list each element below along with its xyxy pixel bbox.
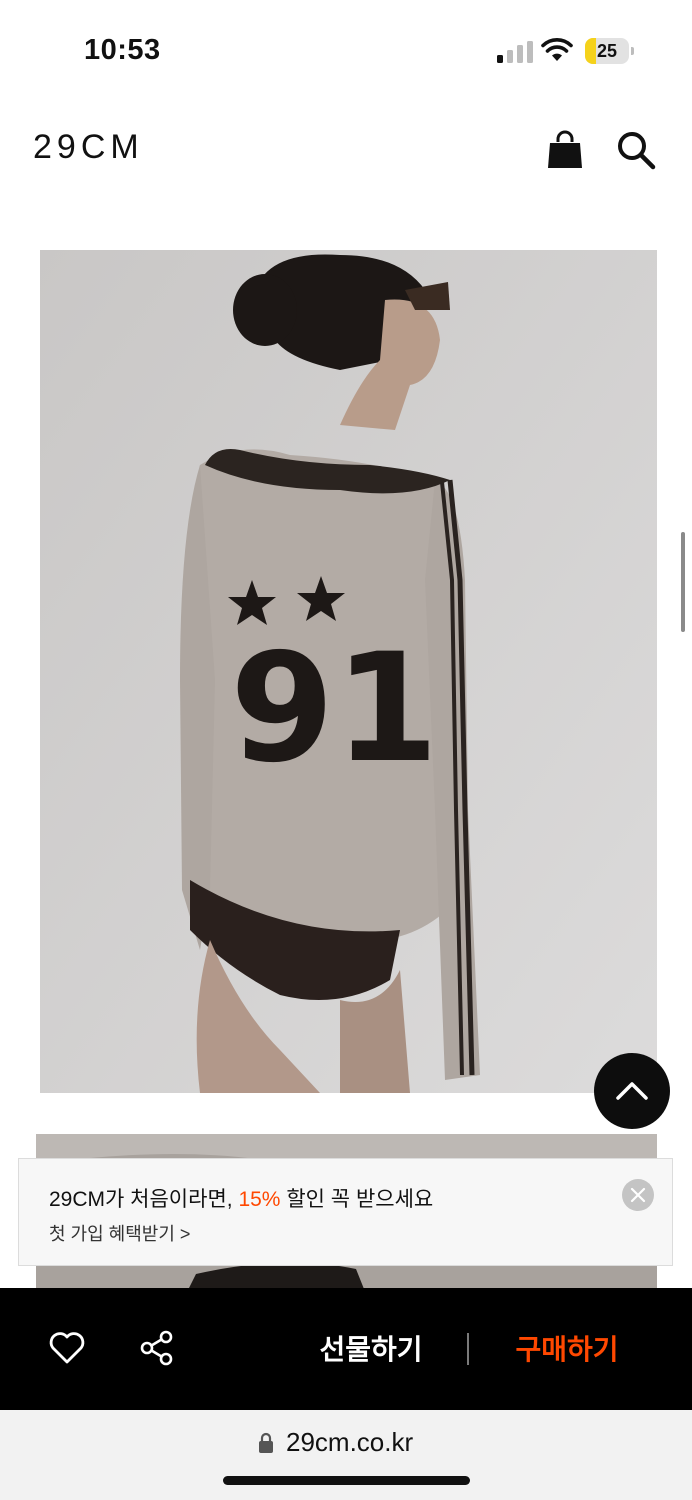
action-divider (467, 1333, 469, 1365)
home-indicator[interactable] (223, 1476, 470, 1485)
battery-indicator: 25 (585, 38, 635, 64)
promo-discount: 15% (238, 1188, 281, 1211)
signup-promo-banner[interactable]: 29CM가 처음이라면, 15% 할인 꼭 받으세요 첫 가입 혜택받기 > (18, 1158, 673, 1266)
signup-benefit-link[interactable]: 첫 가입 혜택받기 > (49, 1220, 190, 1246)
share-icon[interactable] (139, 1329, 175, 1367)
url-text[interactable]: 29cm.co.kr (286, 1427, 413, 1458)
promo-title-prefix: 29CM가 처음이라면, (49, 1188, 239, 1211)
close-icon (630, 1187, 646, 1203)
shopping-bag-icon[interactable] (546, 130, 584, 170)
status-time: 10:53 (84, 34, 161, 66)
gift-button[interactable]: 선물하기 (286, 1328, 456, 1368)
wifi-icon (541, 38, 573, 61)
browser-url-bar[interactable]: 29cm.co.kr (0, 1410, 692, 1500)
purchase-action-bar: 선물하기 구매하기 (0, 1288, 692, 1410)
buy-button[interactable]: 구매하기 (482, 1328, 652, 1368)
battery-level: 25 (596, 41, 618, 61)
product-image[interactable]: 91 (40, 250, 657, 1093)
promo-title-suffix: 할인 꼭 받으세요 (280, 1188, 434, 1211)
promo-title: 29CM가 처음이라면, 15% 할인 꼭 받으세요 (49, 1183, 433, 1213)
brand-logo[interactable]: 29CM (33, 128, 144, 167)
cellular-signal-icon (497, 41, 533, 63)
search-icon[interactable] (614, 128, 658, 172)
heart-icon[interactable] (48, 1331, 86, 1365)
scroll-indicator[interactable] (681, 532, 685, 632)
promo-close-button[interactable] (622, 1179, 654, 1211)
app-header: 29CM (0, 110, 692, 190)
scroll-to-top-button[interactable] (594, 1053, 670, 1129)
status-bar: 10:53 25 (0, 0, 692, 100)
jersey-number: 91 (230, 622, 439, 796)
chevron-up-icon (616, 1082, 648, 1100)
lock-icon (259, 1432, 273, 1453)
